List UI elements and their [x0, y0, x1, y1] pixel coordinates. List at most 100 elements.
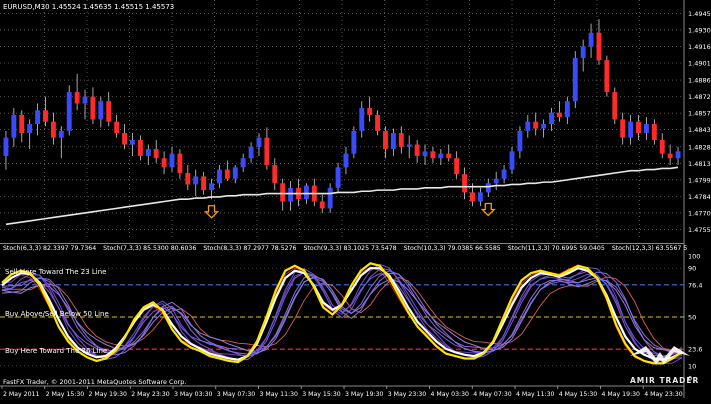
candle-body	[667, 153, 673, 159]
candle-body	[454, 158, 460, 175]
candle-body	[185, 173, 191, 185]
candle-body	[43, 110, 48, 122]
price-tick-label: 1.48135	[688, 160, 711, 168]
metatrader-chart-window: 1.4945 1.49305 1.4916 1.49015 1.48865 1.4872 1…	[0, 0, 711, 400]
level-label-sell: Sell Here Toward The 23 Line	[5, 268, 107, 276]
time-tick-label: 4 May 15:30	[559, 391, 598, 398]
candle-body	[501, 169, 507, 179]
candle-body	[145, 149, 151, 156]
candle-body	[477, 192, 483, 202]
candle-body	[169, 153, 175, 168]
candle-body	[327, 187, 333, 209]
candle-body	[35, 110, 41, 124]
candle-body	[19, 114, 25, 134]
candle-body	[525, 121, 531, 131]
candle-body	[375, 114, 381, 131]
stochastic-header-label: Stoch(12,3,3) 63.5567 52.5828	[611, 245, 687, 252]
oscillator-tick-label: 23.6	[688, 346, 702, 354]
candle-body	[137, 139, 143, 156]
time-tick-label: 3 May 07:30	[217, 391, 256, 398]
candle-body	[201, 176, 207, 191]
candle-body	[74, 92, 80, 104]
time-tick-label: 2 May 2011	[3, 391, 39, 398]
candle-body	[90, 96, 96, 120]
time-tick-label: 3 May 15:30	[302, 391, 341, 398]
time-tick-label: 2 May 15:30	[46, 391, 85, 398]
candle-body	[264, 137, 270, 166]
candle-body	[612, 92, 618, 120]
candle-body	[604, 60, 610, 93]
candle-body	[651, 123, 657, 140]
price-tick-label: 1.49015	[688, 59, 711, 67]
stochastic-header: Stoch(6,3,3) 82.3397 79.7364 Stoch(7,3,3)…	[3, 245, 687, 252]
level-label-mid: Buy Above/Sell Below 50 Line	[5, 310, 109, 318]
candle-body	[549, 112, 554, 124]
price-tick-label: 1.4828	[688, 143, 711, 151]
candle-body	[509, 151, 515, 170]
stochastic-header-label: Stoch(10,3,3) 79.0385 66.5585	[403, 245, 501, 252]
time-tick-label: 3 May 19:30	[345, 391, 384, 398]
candle-body	[596, 32, 602, 61]
candle-body	[414, 144, 420, 156]
candle-body	[224, 169, 230, 179]
level-label-buy: Buy Here Toward The 76 Line	[5, 347, 108, 355]
copyright-text: FastFX Trader, © 2001-2011 MetaQuotes So…	[3, 378, 187, 386]
time-tick-label: 4 May 11:30	[516, 391, 555, 398]
price-tick-label: 1.4945	[688, 10, 711, 18]
candle-body	[256, 137, 262, 147]
candle-body	[232, 167, 238, 179]
candle-body	[359, 108, 365, 131]
oscillator-tick-label: 76.4	[688, 281, 702, 289]
candle-body	[343, 153, 349, 168]
price-tick-label: 1.47555	[688, 226, 711, 234]
candle-body	[588, 32, 594, 47]
time-tick-label: 2 May 23:30	[131, 391, 170, 398]
time-tick-label: 3 May 03:30	[174, 391, 213, 398]
candle-body	[106, 101, 112, 122]
time-tick-label: 4 May 23:30	[644, 391, 683, 398]
candle-body	[398, 133, 404, 147]
price-tick-label: 1.4872	[688, 93, 711, 101]
price-tick-label: 1.47845	[688, 193, 711, 201]
chart-header: EURUSD,M30 1.45524 1.45635 1.45515 1.455…	[3, 3, 175, 11]
oscillator-tick-label: 90	[688, 265, 696, 273]
candle-body	[216, 169, 222, 184]
candle-body	[533, 121, 539, 129]
price-tick-label: 1.48865	[688, 77, 711, 85]
candle-body	[153, 149, 159, 159]
stochastic-header-label: Stoch(6,3,3) 82.3397 79.7364	[3, 245, 97, 252]
candle-body	[335, 167, 341, 188]
candle-body	[66, 92, 72, 131]
watermark-text: AMIR TRADER	[630, 376, 700, 385]
candle-body	[572, 57, 578, 102]
candle-body	[628, 121, 634, 138]
candle-body	[122, 133, 128, 145]
price-tick-label: 1.48575	[688, 110, 711, 118]
oscillator-tick-label: 50	[688, 314, 696, 322]
candle-body	[485, 183, 491, 193]
candle-body	[620, 119, 626, 138]
candle-body	[240, 158, 246, 168]
stochastic-header-label: Stoch(11,3,3) 70.6995 59.0405	[507, 245, 605, 252]
candle-body	[470, 192, 475, 202]
candle-body	[319, 201, 325, 209]
candle-body	[636, 121, 641, 134]
candle-body	[351, 130, 357, 154]
panel-separator	[0, 243, 684, 244]
candle-body	[248, 146, 254, 159]
chart-background	[0, 0, 711, 400]
candle-body	[556, 112, 562, 118]
candle-body	[541, 123, 547, 129]
candle-body	[3, 137, 9, 156]
candle-body	[446, 153, 452, 159]
candle-body	[130, 139, 135, 145]
stochastic-header-label: Stoch(9,3,3) 83.1025 73.5478	[303, 245, 397, 252]
time-tick-label: 4 May 07:30	[473, 391, 512, 398]
candle-body	[50, 121, 56, 138]
candle-body	[517, 130, 523, 152]
time-tick-label: 4 May 03:30	[431, 391, 470, 398]
candle-body	[422, 151, 428, 156]
chart-canvas[interactable]: 1.4945 1.49305 1.4916 1.49015 1.48865 1.4872 1…	[0, 0, 711, 400]
candle-body	[161, 158, 167, 168]
candle-body	[27, 123, 33, 134]
